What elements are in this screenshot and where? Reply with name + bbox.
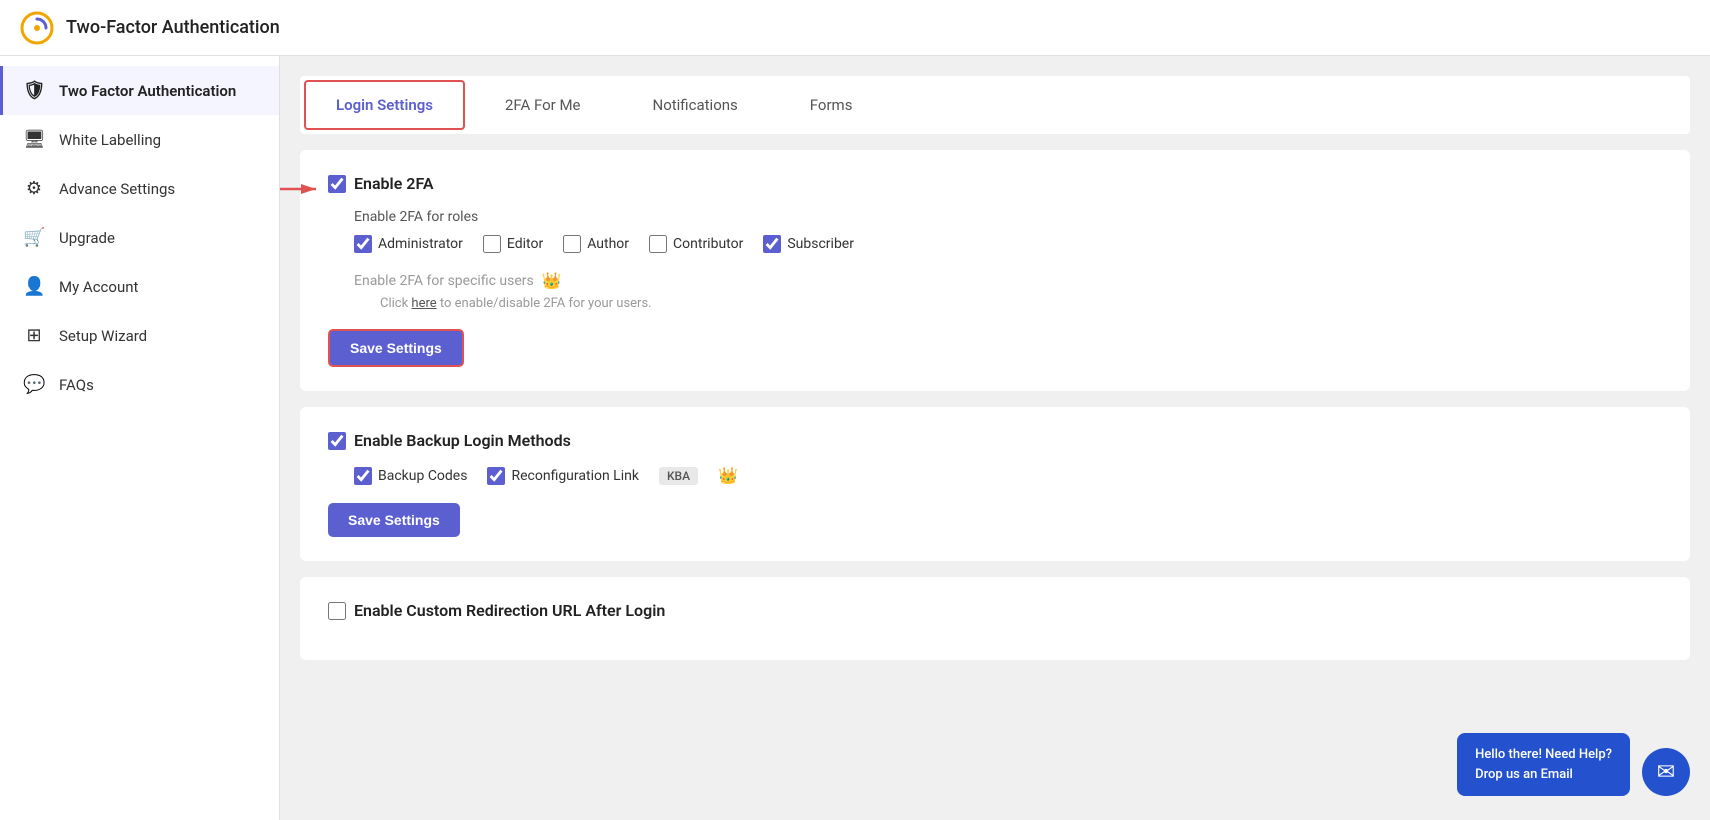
backup-codes-checkbox[interactable] xyxy=(354,467,372,485)
save-settings-button-1[interactable]: Save Settings xyxy=(328,329,464,367)
specific-users-row: Enable 2FA for specific users 👑 xyxy=(354,271,1662,290)
backup-codes-label[interactable]: Backup Codes xyxy=(378,468,467,484)
shield-icon: 🛡 xyxy=(23,80,45,101)
help-widget[interactable]: Hello there! Need Help? Drop us an Email xyxy=(1457,733,1630,796)
sidebar-item-label: Upgrade xyxy=(59,229,115,247)
enable-backup-checkbox[interactable] xyxy=(328,432,346,450)
kba-badge: KBA xyxy=(659,467,698,485)
enable-2fa-group: Enable 2FA xyxy=(328,174,1662,193)
role-editor-label[interactable]: Editor xyxy=(507,236,543,252)
app-logo xyxy=(20,11,54,45)
role-author-label[interactable]: Author xyxy=(587,236,629,252)
enable-redirect-checkbox[interactable] xyxy=(328,602,346,620)
tab-forms[interactable]: Forms xyxy=(778,80,885,130)
reconfig-link-checkbox[interactable] xyxy=(487,467,505,485)
topbar-title: Two-Factor Authentication xyxy=(66,17,280,38)
roles-row: Administrator Editor Author Contributor … xyxy=(354,235,1662,253)
red-arrow xyxy=(280,178,322,200)
role-author: Author xyxy=(563,235,629,253)
role-contributor-checkbox[interactable] xyxy=(649,235,667,253)
role-editor: Editor xyxy=(483,235,543,253)
role-contributor-label[interactable]: Contributor xyxy=(673,236,743,252)
role-admin-checkbox[interactable] xyxy=(354,235,372,253)
role-editor-checkbox[interactable] xyxy=(483,235,501,253)
sidebar-item-label: White Labelling xyxy=(59,131,161,149)
topbar: Two-Factor Authentication xyxy=(0,0,1710,56)
help-line1: Hello there! Need Help? xyxy=(1475,745,1612,765)
enable-redirect-group: Enable Custom Redirection URL After Logi… xyxy=(328,601,1662,620)
specific-users-label: Enable 2FA for specific users xyxy=(354,273,534,289)
sidebar-item-faqs[interactable]: 💬 FAQs xyxy=(0,360,279,409)
reconfig-link-label[interactable]: Reconfiguration Link xyxy=(511,468,638,484)
enable-redirect-label[interactable]: Enable Custom Redirection URL After Logi… xyxy=(354,601,665,620)
enable-2fa-label[interactable]: Enable 2FA xyxy=(354,174,434,193)
sidebar-item-label: Setup Wizard xyxy=(59,327,147,345)
enable-2fa-checkbox[interactable] xyxy=(328,175,346,193)
chat-icon: ✉ xyxy=(1657,760,1675,785)
role-subscriber-checkbox[interactable] xyxy=(763,235,781,253)
backup-codes-item: Backup Codes xyxy=(354,467,467,485)
crown-icon: 👑 xyxy=(542,271,562,290)
grid-icon: ⊞ xyxy=(23,325,45,346)
role-author-checkbox[interactable] xyxy=(563,235,581,253)
tab-login-settings[interactable]: Login Settings xyxy=(304,80,465,130)
sidebar-item-two-factor-auth[interactable]: 🛡 Two Factor Authentication xyxy=(0,66,279,115)
user-icon: 👤 xyxy=(23,276,45,297)
sidebar-item-label: Advance Settings xyxy=(59,180,175,198)
role-contributor: Contributor xyxy=(649,235,743,253)
reconfig-link-item: Reconfiguration Link xyxy=(487,467,638,485)
sidebar-item-advance-settings[interactable]: ⚙ Advance Settings xyxy=(0,164,279,213)
roles-label: Enable 2FA for roles xyxy=(354,209,1662,225)
redirect-url-card: Enable Custom Redirection URL After Logi… xyxy=(300,577,1690,660)
sidebar-item-label: My Account xyxy=(59,278,138,296)
tab-bar: Login Settings 2FA For Me Notifications … xyxy=(300,76,1690,134)
help-line2: Drop us an Email xyxy=(1475,765,1612,785)
sidebar: 🛡 Two Factor Authentication 🖥 White Labe… xyxy=(0,56,280,820)
sidebar-item-upgrade[interactable]: 🛒 Upgrade xyxy=(0,213,279,262)
enable-backup-label[interactable]: Enable Backup Login Methods xyxy=(354,431,571,450)
sidebar-item-label: Two Factor Authentication xyxy=(59,82,236,100)
role-admin-label[interactable]: Administrator xyxy=(378,236,463,252)
faq-icon: 💬 xyxy=(23,374,45,395)
monitor-icon: 🖥 xyxy=(23,129,45,150)
enable-2fa-card: Enable 2FA Enable 2FA for roles Administ… xyxy=(300,150,1690,391)
gear-icon: ⚙ xyxy=(23,178,45,199)
content-area: Login Settings 2FA For Me Notifications … xyxy=(280,56,1710,820)
role-subscriber-label[interactable]: Subscriber xyxy=(787,236,854,252)
here-link[interactable]: here xyxy=(411,296,436,311)
sidebar-item-my-account[interactable]: 👤 My Account xyxy=(0,262,279,311)
tab-2fa-for-me[interactable]: 2FA For Me xyxy=(473,80,613,130)
crown-icon-2: 👑 xyxy=(718,466,738,485)
backup-options-row: Backup Codes Reconfiguration Link KBA 👑 xyxy=(354,466,1662,485)
enable-backup-group: Enable Backup Login Methods xyxy=(328,431,1662,450)
save-settings-button-2[interactable]: Save Settings xyxy=(328,503,460,537)
backup-login-card: Enable Backup Login Methods Backup Codes… xyxy=(300,407,1690,561)
role-subscriber: Subscriber xyxy=(763,235,854,253)
sidebar-item-setup-wizard[interactable]: ⊞ Setup Wizard xyxy=(0,311,279,360)
help-chat-button[interactable]: ✉ xyxy=(1642,748,1690,796)
click-here-row: Click here to enable/disable 2FA for you… xyxy=(380,296,1662,311)
cart-icon: 🛒 xyxy=(23,227,45,248)
sidebar-item-white-labelling[interactable]: 🖥 White Labelling xyxy=(0,115,279,164)
sidebar-item-label: FAQs xyxy=(59,376,94,394)
tab-notifications[interactable]: Notifications xyxy=(621,80,770,130)
role-administrator: Administrator xyxy=(354,235,463,253)
